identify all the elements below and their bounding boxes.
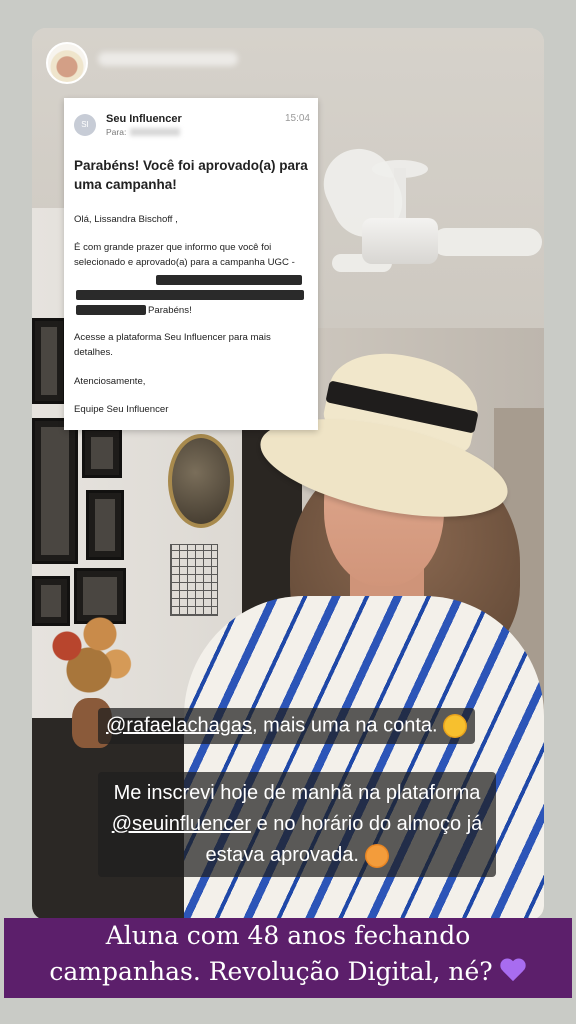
email-congrats: Parabéns! bbox=[148, 305, 192, 316]
caption-text: e no horário do almoço já bbox=[251, 813, 483, 835]
face-blowing-kiss-icon bbox=[364, 843, 389, 868]
winking-face-icon bbox=[443, 714, 468, 738]
email-body-1: É com grande prazer que informo que você… bbox=[74, 242, 295, 268]
banner-line-1: Aluna com 48 anos fechando bbox=[105, 921, 471, 950]
wall-frame bbox=[32, 418, 78, 564]
wire-grid-board bbox=[170, 544, 218, 616]
ceiling-fan bbox=[362, 218, 438, 264]
email-recipient-blurred bbox=[130, 128, 180, 136]
mention-rafaelachagas[interactable]: @rafaelachagas bbox=[106, 714, 252, 736]
round-mirror bbox=[168, 434, 234, 528]
redaction-bar bbox=[156, 275, 302, 285]
story-photo: SI Seu Influencer 15:04 Para: Parabéns! … bbox=[32, 28, 544, 920]
email-time: 15:04 bbox=[284, 113, 310, 124]
email-screenshot: SI Seu Influencer 15:04 Para: Parabéns! … bbox=[64, 98, 318, 430]
wall-frame bbox=[82, 428, 122, 478]
wall-frame bbox=[32, 318, 66, 404]
email-to-label: Para: bbox=[106, 127, 127, 137]
banner-line-2: campanhas. Revolução Digital, né? bbox=[49, 957, 493, 986]
sender-avatar: SI bbox=[74, 114, 96, 136]
banner-line-2-wrap: campanhas. Revolução Digital, né? bbox=[4, 954, 572, 990]
email-greeting: Olá, Lissandra Bischoff , bbox=[74, 214, 178, 225]
email-subject: Parabéns! Você foi aprovado(a) para uma … bbox=[74, 158, 308, 192]
caption-line-1: @rafaelachagas, mais uma na conta. bbox=[98, 708, 476, 744]
caption-text: , mais uma na conta. bbox=[251, 714, 438, 737]
caption-text: estava aprovada. bbox=[205, 844, 359, 866]
redaction-bar bbox=[76, 290, 304, 300]
caption-line: estava aprovada. bbox=[106, 840, 488, 871]
caption-line: @seuinfluencer e no horário do almoço já bbox=[106, 809, 488, 840]
email-signature: Equipe Seu Influencer bbox=[74, 404, 169, 415]
wall-frame bbox=[86, 490, 124, 560]
redaction-bar bbox=[76, 305, 146, 315]
fan-blade bbox=[432, 228, 542, 256]
purple-heart-icon bbox=[501, 959, 527, 983]
caption-banner: Aluna com 48 anos fechando campanhas. Re… bbox=[4, 918, 572, 998]
email-sender: Seu Influencer bbox=[106, 113, 182, 125]
caption-text: Me inscrevi hoje de manhã na plataforma bbox=[113, 782, 481, 804]
username-blurred[interactable] bbox=[98, 52, 238, 66]
email-body-2: Acesse a plataforma Seu Influencer para … bbox=[74, 332, 271, 358]
caption-block-2: Me inscrevi hoje de manhã na plataforma … bbox=[98, 772, 496, 877]
profile-avatar[interactable] bbox=[46, 42, 88, 84]
email-closing: Atenciosamente, bbox=[74, 376, 146, 387]
mention-seuinfluencer[interactable]: @seuinfluencer bbox=[112, 813, 251, 835]
